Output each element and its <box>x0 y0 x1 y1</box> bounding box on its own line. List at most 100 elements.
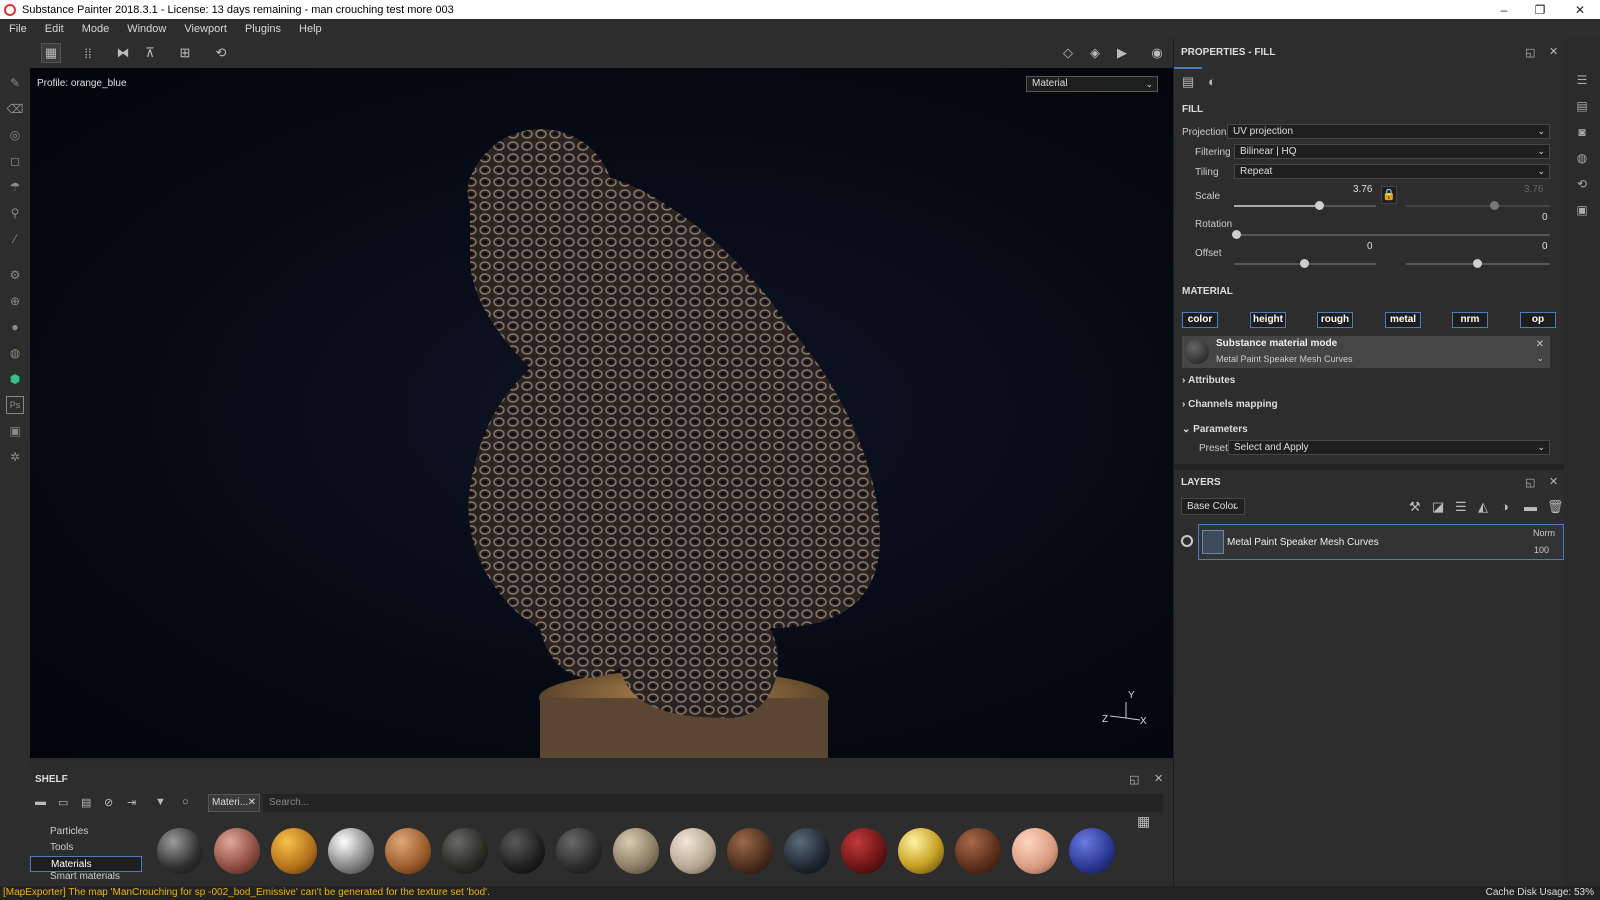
menu-mode[interactable]: Mode <box>73 23 119 35</box>
add-effect-icon[interactable]: ⚒ <box>1409 499 1421 515</box>
material-thumbnail[interactable] <box>556 828 602 874</box>
tiling-select[interactable]: Repeat ⌄ <box>1234 164 1550 179</box>
folder-icon[interactable]: ▬ <box>35 796 46 808</box>
menu-help[interactable]: Help <box>290 23 331 35</box>
menu-file[interactable]: File <box>0 23 36 35</box>
material-thumbnail[interactable] <box>1012 828 1058 874</box>
history-panel-icon[interactable]: ⟲ <box>1574 176 1590 192</box>
smudge-icon[interactable]: ☂ <box>6 178 24 196</box>
channel-op-button[interactable]: op <box>1520 312 1556 328</box>
shelf-category-tools[interactable]: Tools <box>30 840 142 856</box>
parameters-section[interactable]: ⌄ Parameters <box>1182 424 1248 435</box>
3d-cube-icon[interactable]: ◈ <box>1085 43 1105 63</box>
float-panel-icon[interactable]: ◱ <box>1525 46 1535 59</box>
export-icon[interactable]: ▣ <box>6 422 24 440</box>
menu-viewport[interactable]: Viewport <box>175 23 236 35</box>
search-circle-icon[interactable]: ○ <box>182 796 189 808</box>
projection-icon[interactable]: ◎ <box>6 126 24 144</box>
substance-mode-box[interactable]: Substance material mode Metal Paint Spea… <box>1182 336 1550 368</box>
hide-icon[interactable]: ⊘ <box>104 796 113 809</box>
material-thumbnail[interactable] <box>613 828 659 874</box>
eraser-icon[interactable]: ⌫ <box>6 100 24 118</box>
maximize-button[interactable]: ❐ <box>1522 0 1558 19</box>
material-thumbnail[interactable] <box>1069 828 1115 874</box>
history-icon[interactable]: ⟲ <box>211 43 231 63</box>
mask-icon[interactable]: ◍ <box>6 344 24 362</box>
layer-row[interactable]: Metal Paint Speaker Mesh Curves Norm 100 <box>1198 524 1564 560</box>
material-thumbnail[interactable] <box>328 828 374 874</box>
channel-height-button[interactable]: height <box>1250 312 1286 328</box>
close-tag-icon[interactable]: ✕ <box>248 795 256 811</box>
settings-icon[interactable]: ⚙ <box>6 266 24 284</box>
add-layer-icon[interactable]: ☰ <box>1455 499 1467 515</box>
drop-icon[interactable]: ● <box>6 318 24 336</box>
offset-v-slider-knob[interactable] <box>1473 259 1482 268</box>
material-thumbnail[interactable] <box>898 828 944 874</box>
material-thumbnail[interactable] <box>271 828 317 874</box>
color-picker-icon[interactable]: ⁄ <box>6 230 24 248</box>
channels-mapping-section[interactable]: › Channels mapping <box>1182 399 1278 410</box>
material-tab-icon[interactable]: ◐ <box>1208 74 1216 89</box>
float-panel-icon[interactable]: ◱ <box>1525 476 1535 489</box>
grid-icon[interactable]: ⁞⁞ <box>78 43 98 63</box>
align-icon[interactable]: ⊼ <box>140 43 160 63</box>
photoshop-icon[interactable]: Ps <box>6 396 24 414</box>
shelf-category-particles[interactable]: Particles <box>30 824 142 840</box>
layer-channel-select[interactable]: Base Color ⌄ <box>1181 498 1245 515</box>
material-thumbnail[interactable] <box>841 828 887 874</box>
preset-select[interactable]: Select and Apply ⌄ <box>1228 440 1550 455</box>
layers-panel-icon[interactable]: ☰ <box>1574 72 1590 88</box>
shelf-search-input[interactable]: Search... <box>263 794 1163 812</box>
material-thumbnail[interactable] <box>442 828 488 874</box>
fill-properties-tab-icon[interactable]: ▤ <box>1182 74 1194 90</box>
close-shelf-icon[interactable]: ✕ <box>1154 772 1163 785</box>
remove-material-icon[interactable]: ✕ <box>1536 339 1544 350</box>
scale-v-slider-track[interactable] <box>1406 205 1550 207</box>
menu-edit[interactable]: Edit <box>36 23 73 35</box>
symmetry-icon[interactable]: ⧓ <box>113 43 133 63</box>
filtering-select[interactable]: Bilinear | HQ ⌄ <box>1234 144 1550 159</box>
close-window-button[interactable]: ✕ <box>1562 0 1598 19</box>
menu-window[interactable]: Window <box>118 23 175 35</box>
clone-stamp-icon[interactable]: ⚲ <box>6 204 24 222</box>
new-folder-icon[interactable]: ▭ <box>58 796 68 809</box>
material-thumbnail[interactable] <box>499 828 545 874</box>
2d-view-icon[interactable]: ◇ <box>1058 43 1078 63</box>
filter-tag-materials[interactable]: Materi... ✕ <box>208 794 260 812</box>
minimize-button[interactable]: – <box>1486 0 1522 19</box>
channel-nrm-button[interactable]: nrm <box>1452 312 1488 328</box>
scale-v-slider-knob[interactable] <box>1490 201 1499 210</box>
layer-opacity[interactable]: 100 <box>1534 545 1549 555</box>
shelf-category-smart-materials[interactable]: Smart materials <box>30 872 142 880</box>
rotation-slider-knob[interactable] <box>1232 230 1241 239</box>
layer-blend-mode[interactable]: Norm <box>1533 528 1555 538</box>
attributes-section[interactable]: › Attributes <box>1182 375 1235 386</box>
shader-settings-icon[interactable]: ◍ <box>1574 150 1590 166</box>
material-thumbnail[interactable] <box>385 828 431 874</box>
polygon-fill-icon[interactable]: ◻ <box>6 152 24 170</box>
close-layers-icon[interactable]: ✕ <box>1549 475 1558 488</box>
import-icon[interactable]: ▤ <box>81 796 91 809</box>
shelf-category-materials[interactable]: Materials <box>30 856 142 872</box>
texture-set-icon[interactable]: ▤ <box>1574 98 1590 114</box>
channel-color-button[interactable]: color <box>1182 312 1218 328</box>
camera-video-icon[interactable]: ▶ <box>1112 43 1132 63</box>
add-folder-icon[interactable]: ▬ <box>1524 499 1537 514</box>
add-fill-layer-icon[interactable]: ◭ <box>1478 499 1488 515</box>
channel-rough-button[interactable]: rough <box>1317 312 1353 328</box>
substance-plugin-icon[interactable]: ⬢ <box>6 370 24 388</box>
material-thumbnail[interactable] <box>670 828 716 874</box>
scale-slider-knob[interactable] <box>1315 201 1325 210</box>
float-panel-icon[interactable]: ◱ <box>1129 773 1139 786</box>
close-properties-icon[interactable]: ✕ <box>1549 45 1558 58</box>
add-frame-icon[interactable]: ⊞ <box>175 43 195 63</box>
add-mask-icon[interactable]: ◪ <box>1432 499 1444 515</box>
offset-u-slider-knob[interactable] <box>1300 259 1309 268</box>
material-thumbnail[interactable] <box>214 828 260 874</box>
select-tool-icon[interactable]: ▦ <box>41 43 61 63</box>
export-shelf-icon[interactable]: ⇥ <box>127 796 136 809</box>
rotation-slider-track[interactable] <box>1234 234 1550 236</box>
plugin-settings-icon[interactable]: ✲ <box>6 448 24 466</box>
material-thumbnail[interactable] <box>157 828 203 874</box>
delete-layer-icon[interactable]: 🗑 <box>1547 499 1564 515</box>
